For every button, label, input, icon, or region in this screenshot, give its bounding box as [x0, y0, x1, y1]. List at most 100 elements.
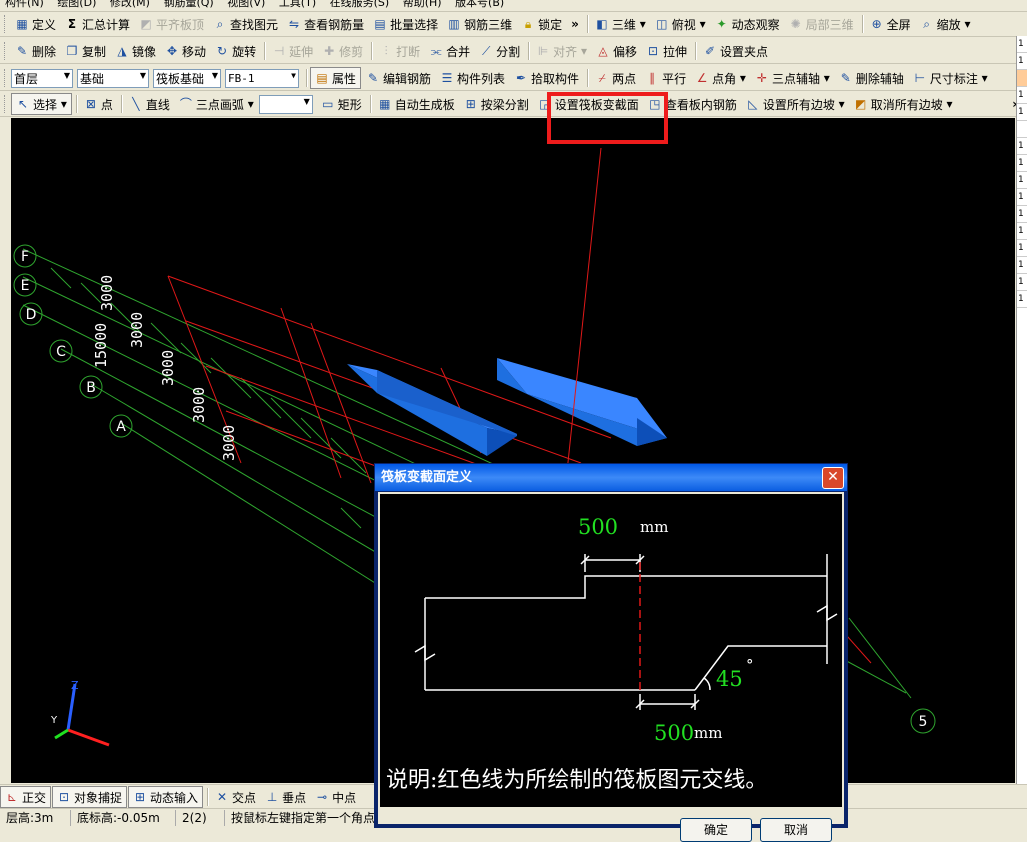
extend-button[interactable]: ⊣ 延伸: [268, 41, 317, 61]
perpendicular-icon: ⊥: [266, 790, 278, 804]
chevron-down-icon: ▼: [303, 96, 310, 106]
category-select[interactable]: 基础 ▼: [77, 68, 149, 88]
set-grip-button[interactable]: ✐ 设置夹点: [699, 41, 772, 61]
pick-icon: ✒: [516, 71, 527, 85]
flat-top-button[interactable]: ◩ 平齐板顶: [135, 14, 208, 34]
panel-row[interactable]: 1: [1017, 53, 1027, 70]
point-button[interactable]: ⊠ 点: [80, 94, 117, 114]
mirror-button[interactable]: ◮ 镜像: [111, 41, 160, 61]
lock-button[interactable]: 🔒︎ 锁定: [517, 14, 566, 34]
menu-component[interactable]: 构件(N): [5, 0, 44, 9]
batch-select-button[interactable]: ▤ 批量选择: [369, 14, 442, 34]
find-button[interactable]: ⌕ 查找图元: [209, 14, 282, 34]
local-3d-button[interactable]: ✺ 局部三维: [785, 14, 858, 34]
ortho-toggle[interactable]: ⊾ 正交: [0, 786, 52, 808]
slope-icon: ◺: [748, 97, 758, 111]
menu-draw[interactable]: 绘图(D): [57, 0, 96, 9]
arc-option-select[interactable]: ▼: [258, 94, 313, 114]
delete-button[interactable]: ✎ 删除: [11, 41, 60, 61]
point-angle-button[interactable]: ∠ 点角 ▾: [691, 68, 750, 88]
slab-block-1[interactable]: [347, 364, 517, 456]
dimension-button[interactable]: ⊢ 尺寸标注 ▾: [909, 68, 992, 88]
cancel-button[interactable]: 取消: [760, 818, 832, 842]
menu-view[interactable]: 视图(V): [227, 0, 265, 9]
break-button[interactable]: ⫶ 打断: [375, 41, 424, 61]
arc-button[interactable]: ⌒ 三点画弧 ▾: [175, 94, 258, 114]
line-button[interactable]: ╲ 直线: [125, 94, 174, 114]
offset-button[interactable]: ◬ 偏移: [592, 41, 641, 61]
cancel-all-slopes-button[interactable]: ◩ 取消所有边坡 ▾: [850, 94, 957, 114]
align-button[interactable]: ⊫ 对齐 ▾: [532, 41, 591, 61]
dynamic-view-button[interactable]: ✦ 动态观察: [711, 14, 784, 34]
auto-slab-button[interactable]: ▦ 自动生成板: [374, 94, 459, 114]
dynamic-input-toggle[interactable]: ⊞ 动态输入: [128, 786, 204, 808]
panel-row[interactable]: 1: [1017, 274, 1027, 291]
define-button[interactable]: ▦ 定义: [11, 14, 60, 34]
intersection-snap[interactable]: ✕ 交点: [211, 787, 260, 807]
delete-aux-button[interactable]: ✎ 删除辅轴: [835, 68, 908, 88]
menu-tools[interactable]: 工具(T): [279, 0, 316, 9]
panel-row[interactable]: 1: [1017, 155, 1027, 172]
component-list-button[interactable]: ☰ 构件列表: [436, 68, 509, 88]
menu-version[interactable]: 版本号(B): [455, 0, 504, 9]
panel-row[interactable]: 1: [1017, 36, 1027, 53]
slab-block-2[interactable]: [497, 358, 667, 446]
menu-modify[interactable]: 修改(M): [110, 0, 150, 9]
perpendicular-snap[interactable]: ⊥ 垂点: [261, 787, 310, 807]
panel-row[interactable]: 1: [1017, 87, 1027, 104]
panel-row[interactable]: [1017, 121, 1027, 138]
three-point-aux-button[interactable]: ✛ 三点辅轴 ▾: [751, 68, 834, 88]
rotate-button[interactable]: ↻ 旋转: [211, 41, 260, 61]
panel-row[interactable]: 1: [1017, 206, 1027, 223]
bottom-dim-unit: mm: [694, 724, 722, 742]
menu-online[interactable]: 在线服务(S): [330, 0, 390, 9]
view-3d-button[interactable]: ◧ 三维 ▾: [591, 14, 650, 34]
close-button[interactable]: ✕: [822, 467, 844, 489]
rebar-3d-button[interactable]: ▥ 钢筋三维: [443, 14, 516, 34]
menu-help[interactable]: 帮助(H): [403, 0, 442, 9]
merge-button[interactable]: ⫘ 合并: [425, 41, 474, 61]
panel-row[interactable]: 1: [1017, 172, 1027, 189]
panel-row[interactable]: 1: [1017, 138, 1027, 155]
panel-row[interactable]: [1017, 70, 1027, 87]
set-all-slopes-button[interactable]: ◺ 设置所有边坡 ▾: [742, 94, 849, 114]
panel-row[interactable]: 1: [1017, 240, 1027, 257]
panel-row[interactable]: 1: [1017, 104, 1027, 121]
split-button[interactable]: ⟋ 分割: [475, 41, 524, 61]
select-button[interactable]: ↖ 选择 ▾: [11, 93, 72, 115]
menu-rebar[interactable]: 钢筋量(Q): [163, 0, 213, 9]
panel-row[interactable]: 1: [1017, 189, 1027, 206]
element-select[interactable]: FB-1 ▼: [225, 68, 299, 88]
midpoint-snap[interactable]: ⊸ 中点: [311, 787, 360, 807]
move-button[interactable]: ✥ 移动: [161, 41, 210, 61]
pick-component-button[interactable]: ✒ 拾取构件: [510, 68, 583, 88]
parallel-button[interactable]: ∥ 平行: [641, 68, 690, 88]
ok-button[interactable]: 确定: [680, 818, 752, 842]
type-select[interactable]: 筏板基础 ▼: [153, 68, 221, 88]
view-rebar-button[interactable]: ⇋ 查看钢筋量: [283, 14, 368, 34]
stretch-button[interactable]: ⊡ 拉伸: [642, 41, 691, 61]
top-view-button[interactable]: ◫ 俯视 ▾: [651, 14, 710, 34]
edit-rebar-button[interactable]: ✎ 编辑钢筋: [362, 68, 435, 88]
two-points-button[interactable]: ⌿ 两点: [591, 68, 640, 88]
rect-button[interactable]: ▭ 矩形: [317, 94, 366, 114]
toolbar-grip[interactable]: [4, 42, 8, 60]
toolbar-grip[interactable]: [4, 69, 8, 87]
object-snap-toggle[interactable]: ⊡ 对象捕捉: [52, 786, 128, 808]
fullscreen-button[interactable]: ⊕ 全屏: [866, 14, 915, 34]
panel-row[interactable]: 1: [1017, 223, 1027, 240]
summary-button[interactable]: Σ 汇总计算: [61, 14, 134, 34]
zoom-button[interactable]: ⌕ 缩放 ▾: [916, 14, 975, 34]
dialog-title-bar[interactable]: 筏板变截面定义 ✕: [375, 464, 847, 491]
panel-row[interactable]: 1: [1017, 257, 1027, 274]
toolbar-grip[interactable]: [4, 95, 8, 113]
panel-row[interactable]: 1: [1017, 291, 1027, 308]
copy-button[interactable]: ❐ 复制: [61, 41, 110, 61]
trim-button[interactable]: ✚ 修剪: [318, 41, 367, 61]
overflow-button[interactable]: »: [567, 14, 583, 34]
properties-button[interactable]: ▤ 属性: [310, 67, 362, 89]
extend-icon: ⊣: [273, 44, 285, 58]
toolbar-grip[interactable]: [4, 15, 8, 33]
split-by-beam-button[interactable]: ⊞ 按梁分割: [460, 94, 533, 114]
floor-select[interactable]: 首层 ▼: [11, 68, 73, 88]
